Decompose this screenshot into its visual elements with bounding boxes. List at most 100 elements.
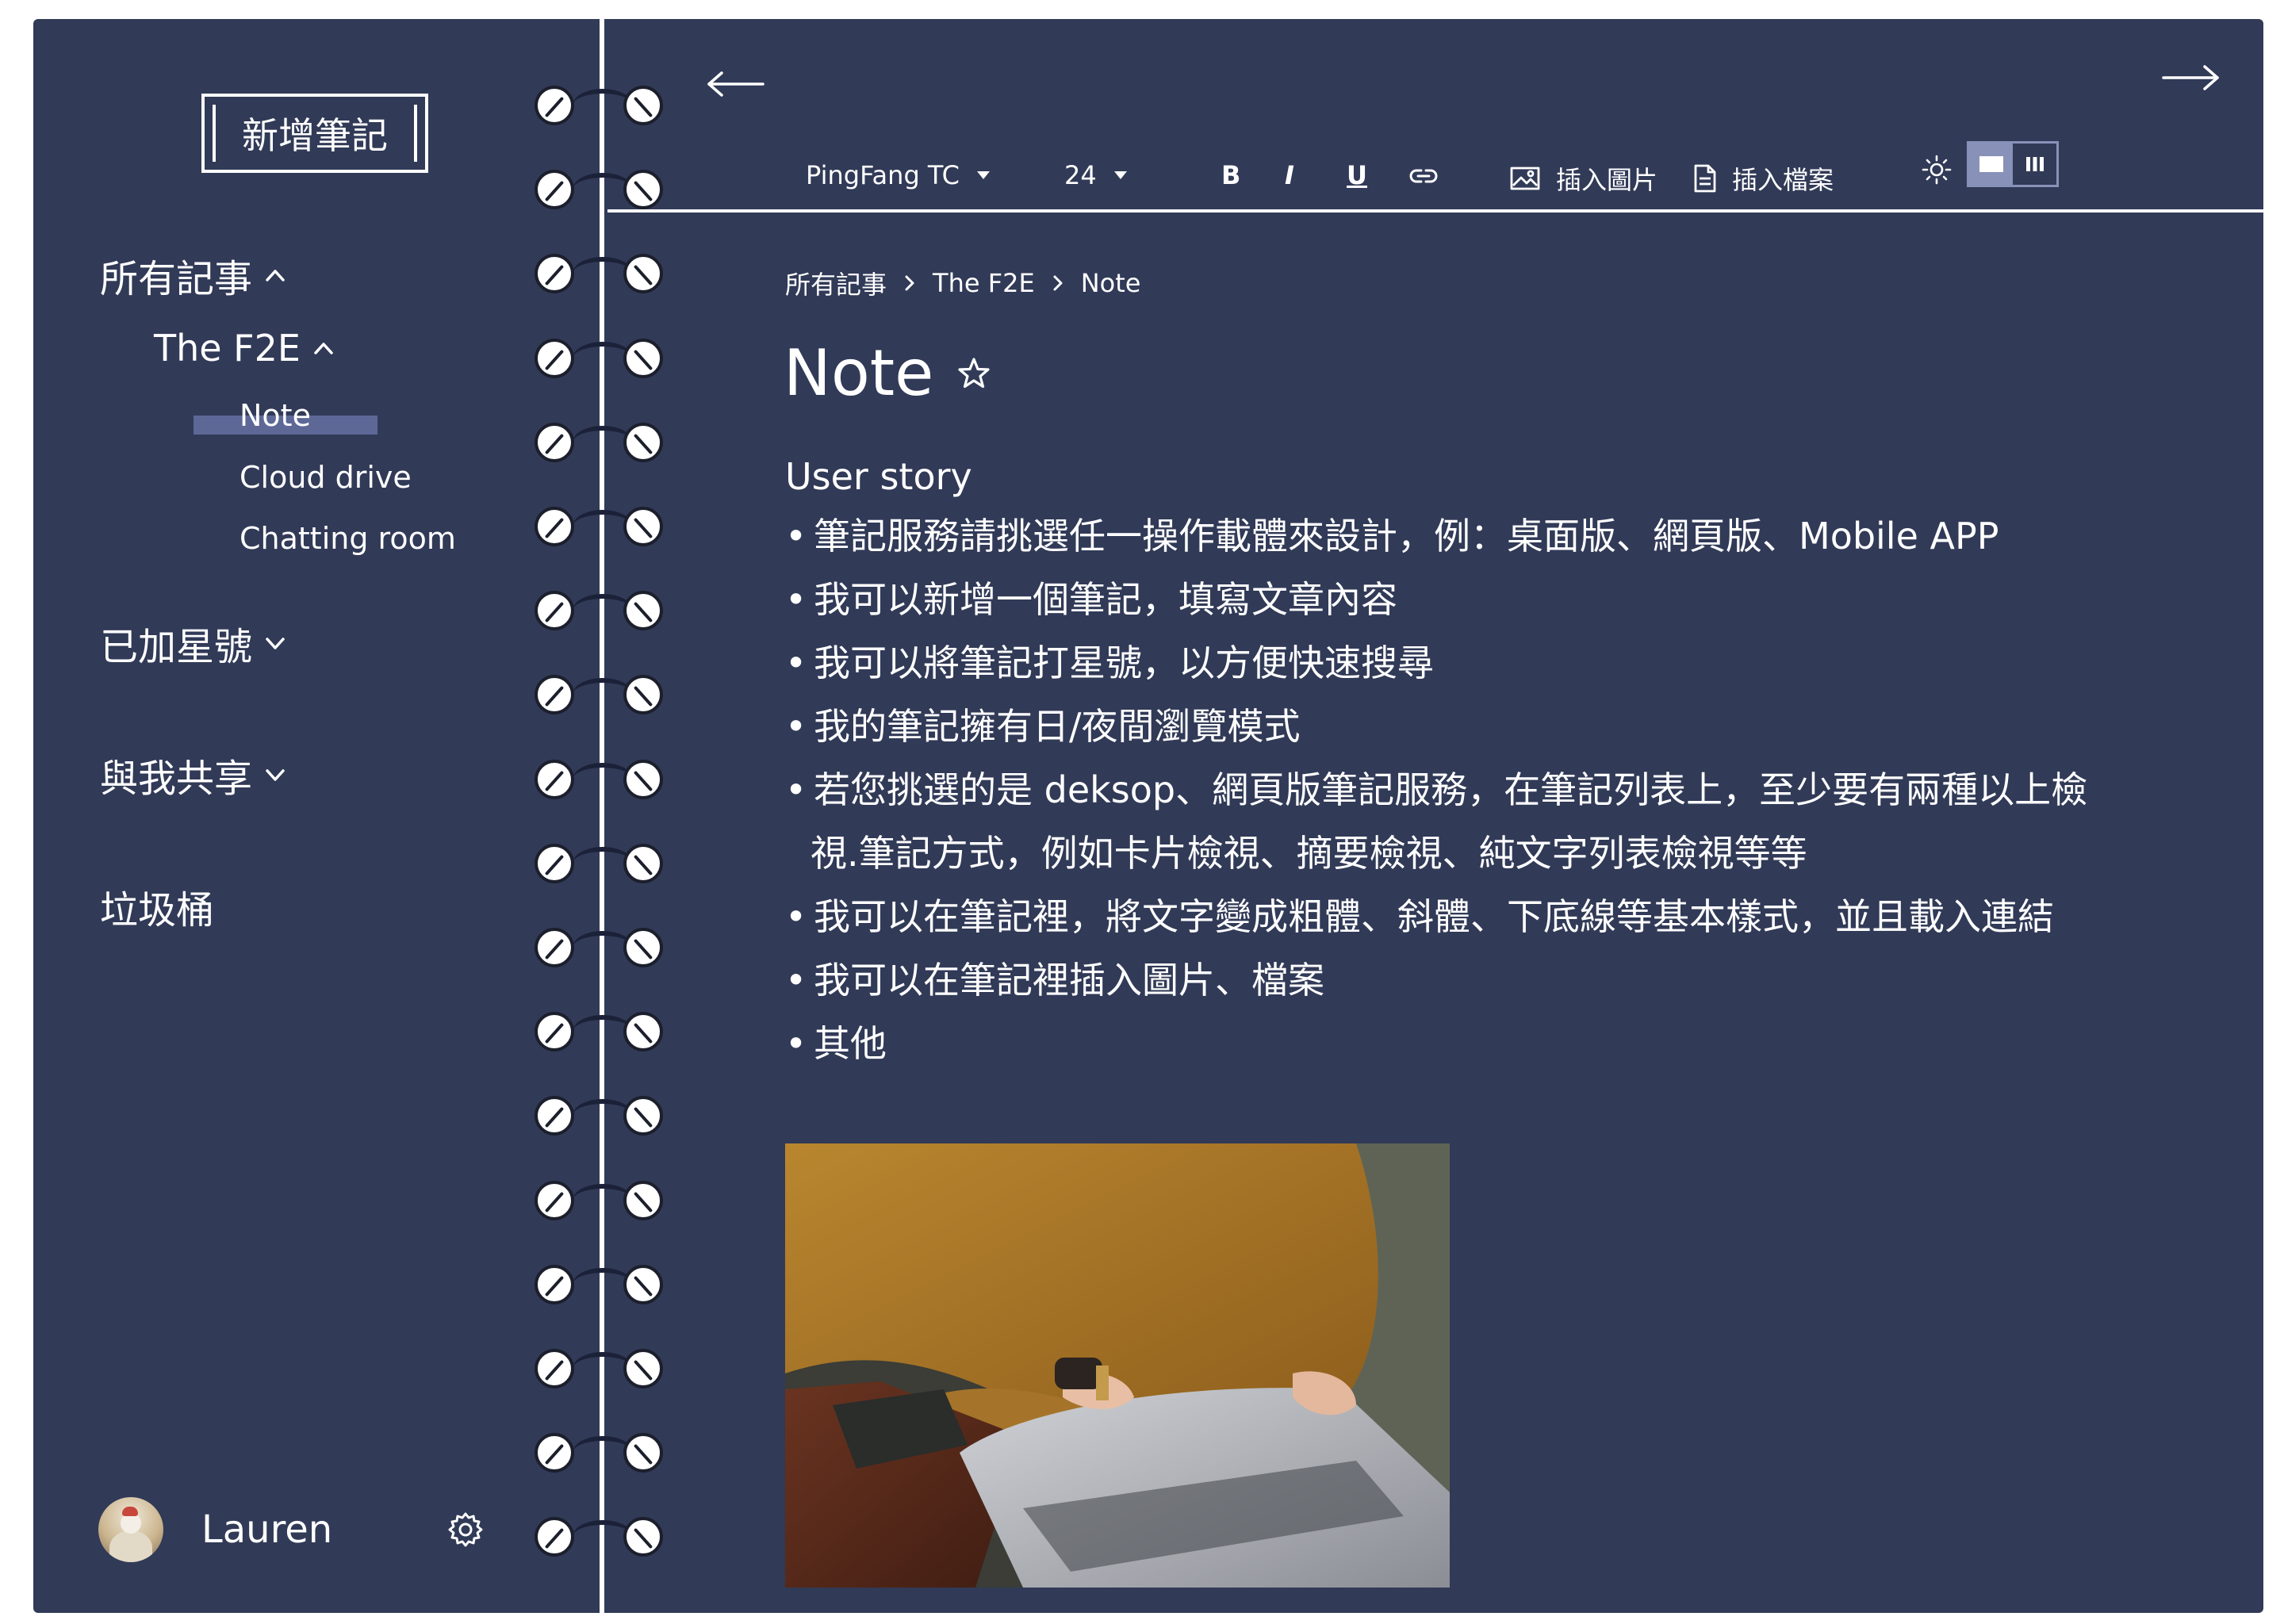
list-item: • 筆記服務請挑選任一操作載體來設計，例：桌面版、網頁版、Mobile APP [785, 504, 2213, 568]
spiral-ring-left [535, 170, 574, 210]
forward-arrow-icon[interactable] [2160, 60, 2221, 98]
note-title-row: Note [784, 336, 991, 410]
nav-starred[interactable]: 已加星號 [100, 615, 286, 671]
back-arrow-icon[interactable] [706, 67, 766, 105]
insert-image-button[interactable]: 插入圖片 [1510, 160, 1657, 197]
font-size-select[interactable]: 24 [1064, 160, 1127, 190]
insert-image-label: 插入圖片 [1556, 165, 1658, 195]
user-profile[interactable]: Lauren [98, 1497, 332, 1562]
breadcrumb-item[interactable]: The F2E [933, 268, 1035, 298]
chevron-right-icon [1052, 274, 1063, 292]
spiral-ring-left [535, 928, 574, 967]
image-icon [1510, 167, 1540, 190]
font-family-value: PingFang TC [806, 160, 960, 190]
note-body[interactable]: User story • 筆記服務請挑選任一操作載體來設計，例：桌面版、網頁版、M… [785, 455, 2213, 1075]
link-icon[interactable] [1408, 167, 1439, 186]
toolbar-divider [607, 209, 2263, 213]
bold-button[interactable]: B [1221, 160, 1240, 190]
nav-shared[interactable]: 與我共享 [100, 747, 286, 802]
spiral-ring-right [623, 1349, 663, 1388]
list-item: • 若您挑選的是 deksop、網頁版筆記服務，在筆記列表上，至少要有兩種以上檢 [785, 758, 2213, 822]
italic-button[interactable]: I [1285, 160, 1294, 190]
spiral-ring-left [535, 1517, 574, 1557]
star-icon[interactable] [957, 357, 991, 390]
bold-icon: B [1221, 160, 1241, 190]
underline-button[interactable]: U [1347, 160, 1367, 190]
nav-starred-label: 已加星號 [100, 625, 253, 669]
spiral-ring-right [623, 170, 663, 210]
caret-down-icon [1113, 171, 1127, 179]
list-item-text: 其他 [814, 1022, 887, 1065]
breadcrumb: 所有記事 The F2E Note [785, 265, 1140, 301]
spiral-ring-right [623, 591, 663, 631]
nav-note-item-cloud-drive[interactable]: Cloud drive [240, 460, 412, 495]
spiral-ring-right [623, 507, 663, 546]
chevron-right-icon [904, 274, 915, 292]
list-item-text: 我可以將筆記打星號，以方便快速搜尋 [814, 642, 1434, 684]
nav-trash-label: 垃圾桶 [100, 888, 215, 933]
inserted-photo[interactable] [785, 1143, 1450, 1588]
breadcrumb-item[interactable]: Note [1081, 268, 1141, 298]
avatar [98, 1497, 163, 1562]
nav-note-item-note[interactable]: Note [240, 398, 311, 433]
spiral-ring-left [535, 759, 574, 799]
sun-icon[interactable] [1921, 154, 1953, 186]
spiral-ring-right [623, 1012, 663, 1052]
list-item: • 我可以在筆記裡，將文字變成粗體、斜體、下底線等基本樣式，並且載入連結 [785, 885, 2213, 948]
nav-all-notes[interactable]: 所有記事 [100, 247, 286, 303]
spiral-ring-right [623, 759, 663, 799]
spiral-ring-right [623, 338, 663, 378]
list-item-text: 視.筆記方式，例如卡片檢視、摘要檢視、純文字列表檢視等等 [811, 832, 1807, 875]
spiral-ring-left [535, 591, 574, 631]
insert-file-button[interactable]: 插入檔案 [1694, 160, 1834, 197]
spiral-ring-right [623, 843, 663, 883]
spiral-ring-left [535, 675, 574, 715]
spiral-ring-left [535, 1096, 574, 1136]
underline-icon: U [1347, 160, 1367, 190]
list-item: • 我可以新增一個筆記，填寫文章內容 [785, 568, 2213, 631]
list-item-text: 筆記服務請挑選任一操作載體來設計，例：桌面版、網頁版、Mobile APP [814, 515, 1999, 557]
spiral-ring-right [623, 1096, 663, 1136]
nav-notebook-label: The F2E [154, 327, 301, 370]
file-icon [1694, 164, 1716, 193]
spiral-ring-left [535, 338, 574, 378]
nav-trash[interactable]: 垃圾桶 [100, 879, 214, 934]
new-note-button[interactable]: 新增筆記 [201, 94, 428, 173]
column-view-icon[interactable] [2013, 144, 2056, 185]
user-name: Lauren [201, 1507, 333, 1552]
spiral-ring-right [623, 675, 663, 715]
font-size-value: 24 [1064, 160, 1097, 190]
breadcrumb-item[interactable]: 所有記事 [785, 265, 887, 301]
spiral-ring-right [623, 1180, 663, 1220]
spiral-ring-right [623, 1264, 663, 1304]
nav-note-label: Cloud drive [240, 460, 412, 495]
note-title[interactable]: Note [784, 336, 933, 410]
spiral-ring-left [535, 1180, 574, 1220]
nav-notebook-the-f2e[interactable]: The F2E [154, 327, 334, 370]
nav-shared-label: 與我共享 [100, 756, 253, 801]
spiral-ring-right [623, 86, 663, 125]
spiral-ring-left [535, 254, 574, 294]
nav-note-item-chatting-room[interactable]: Chatting room [240, 521, 456, 556]
list-item: • 我可以將筆記打星號，以方便快速搜尋 [785, 631, 2213, 695]
chevron-up-icon [313, 341, 334, 355]
spiral-ring-left [535, 1264, 574, 1304]
spiral-ring-right [623, 1433, 663, 1473]
view-mode-toggle[interactable] [1967, 141, 2059, 187]
font-family-select[interactable]: PingFang TC [806, 160, 990, 190]
caret-down-icon [976, 171, 990, 179]
app-window: 新增筆記 所有記事 The F2E Note Cloud drive Chatt… [33, 19, 2263, 1613]
nav-note-label: Note [240, 398, 311, 433]
list-item-text: 我可以在筆記裡插入圖片、檔案 [814, 959, 1324, 1002]
spiral-ring-right [623, 422, 663, 462]
list-item-text: 我的筆記擁有日/夜間瀏覽模式 [814, 705, 1301, 748]
chevron-down-icon [265, 636, 286, 650]
spiral-ring-left [535, 1349, 574, 1388]
gear-icon[interactable] [446, 1510, 485, 1553]
list-item: • 我的筆記擁有日/夜間瀏覽模式 [785, 695, 2213, 758]
spiral-ring-right [623, 1517, 663, 1557]
list-item-text: 我可以新增一個筆記，填寫文章內容 [814, 578, 1397, 621]
single-view-icon[interactable] [1969, 144, 2013, 185]
spiral-ring-left [535, 843, 574, 883]
spiral-ring-right [623, 928, 663, 967]
